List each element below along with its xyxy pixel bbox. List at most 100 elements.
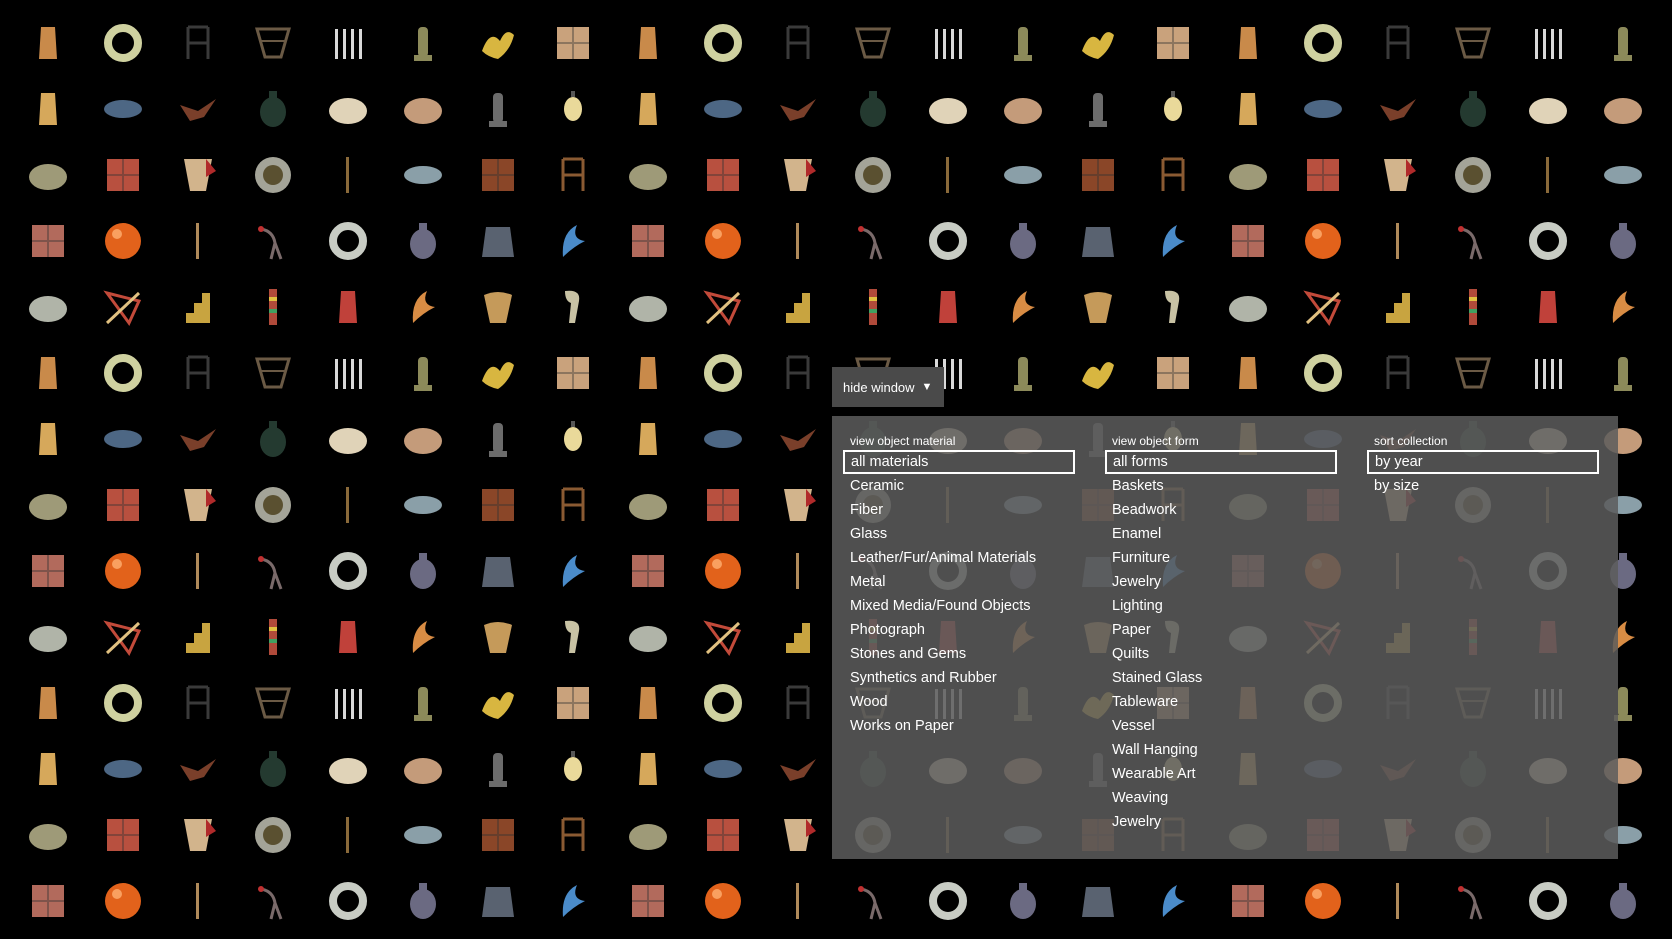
basket-icon[interactable] (1435, 340, 1510, 406)
shell-icon[interactable] (460, 274, 535, 340)
vase-icon[interactable] (10, 670, 85, 736)
metal-bowl-icon[interactable] (10, 274, 85, 340)
bead-strand-icon[interactable] (1435, 274, 1510, 340)
cutlery-icon[interactable] (1510, 10, 1585, 76)
heron-icon[interactable] (235, 538, 310, 604)
folded-paper-icon[interactable] (535, 340, 610, 406)
red-vase-icon[interactable] (1510, 274, 1585, 340)
tile-icon[interactable] (460, 142, 535, 208)
wreath-icon[interactable] (910, 868, 985, 934)
plate-icon[interactable] (1435, 142, 1510, 208)
rod-icon[interactable] (160, 868, 235, 934)
form-option[interactable]: Vessel (1094, 714, 1326, 738)
rod-icon[interactable] (760, 208, 835, 274)
tile-icon[interactable] (460, 472, 535, 538)
cutlery-icon[interactable] (310, 340, 385, 406)
kite-icon[interactable] (685, 274, 760, 340)
form-option[interactable]: Wall Hanging (1094, 738, 1326, 762)
cloth-icon[interactable] (760, 472, 835, 538)
rock-icon[interactable] (385, 736, 460, 802)
spiky-bowl-icon[interactable] (10, 142, 85, 208)
lamp-icon[interactable] (10, 736, 85, 802)
orange-sphere-icon[interactable] (685, 868, 760, 934)
bead-strand-icon[interactable] (235, 604, 310, 670)
beaded-mat-icon[interactable] (685, 76, 760, 142)
round-bottle-icon[interactable] (985, 868, 1060, 934)
vase-icon[interactable] (10, 10, 85, 76)
material-option[interactable]: Ceramic (832, 474, 1064, 498)
heron-icon[interactable] (235, 868, 310, 934)
form-option[interactable]: Furniture (1094, 546, 1326, 570)
spiky-bowl-icon[interactable] (10, 802, 85, 868)
rod-icon[interactable] (760, 868, 835, 934)
wood-chair-icon[interactable] (535, 142, 610, 208)
bird-icon[interactable] (760, 736, 835, 802)
wood-chair-icon[interactable] (1135, 142, 1210, 208)
material-option[interactable]: Works on Paper (832, 714, 1064, 738)
quilt-icon[interactable] (1285, 142, 1360, 208)
plate-icon[interactable] (235, 142, 310, 208)
orange-sphere-icon[interactable] (1285, 868, 1360, 934)
sort-option[interactable]: by size (1356, 474, 1588, 498)
folded-paper-icon[interactable] (1135, 340, 1210, 406)
lamp-sculpture-icon[interactable] (1135, 274, 1210, 340)
bead-strand-icon[interactable] (835, 274, 910, 340)
vase-icon[interactable] (10, 340, 85, 406)
leaf-icon[interactable] (385, 274, 460, 340)
rock-icon[interactable] (1585, 76, 1660, 142)
beaded-mat-icon[interactable] (85, 736, 160, 802)
blue-glass-icon[interactable] (1135, 208, 1210, 274)
metal-bowl-icon[interactable] (10, 604, 85, 670)
material-option[interactable]: all materials (843, 450, 1075, 474)
red-vase-icon[interactable] (910, 274, 985, 340)
stick-icon[interactable] (310, 802, 385, 868)
vase-icon[interactable] (610, 340, 685, 406)
ring-icon[interactable] (85, 340, 160, 406)
chair-icon[interactable] (760, 10, 835, 76)
material-option[interactable]: Fiber (832, 498, 1064, 522)
gold-sculpture-icon[interactable] (460, 670, 535, 736)
bottle-icon[interactable] (460, 736, 535, 802)
heron-icon[interactable] (1435, 208, 1510, 274)
bottle-icon[interactable] (460, 406, 535, 472)
ring-icon[interactable] (685, 340, 760, 406)
basket-icon[interactable] (235, 340, 310, 406)
material-option[interactable]: Glass (832, 522, 1064, 546)
ring-icon[interactable] (685, 10, 760, 76)
dark-vase-icon[interactable] (1435, 76, 1510, 142)
rod-icon[interactable] (160, 208, 235, 274)
quilt-icon[interactable] (85, 472, 160, 538)
form-option[interactable]: Stained Glass (1094, 666, 1326, 690)
lamp-icon[interactable] (10, 406, 85, 472)
spiky-bowl-icon[interactable] (610, 802, 685, 868)
hide-window-button[interactable]: hide window ▼ (832, 367, 944, 407)
cutlery-icon[interactable] (910, 10, 985, 76)
material-option[interactable]: Metal (832, 570, 1064, 594)
bust-icon[interactable] (385, 10, 460, 76)
cloth-icon[interactable] (1360, 142, 1435, 208)
plate-icon[interactable] (235, 802, 310, 868)
ring-icon[interactable] (1285, 10, 1360, 76)
ring-icon[interactable] (85, 10, 160, 76)
kite-icon[interactable] (685, 604, 760, 670)
orange-sphere-icon[interactable] (685, 208, 760, 274)
wreath-icon[interactable] (1510, 868, 1585, 934)
panel-icon[interactable] (610, 538, 685, 604)
bird-icon[interactable] (160, 736, 235, 802)
rock-icon[interactable] (385, 76, 460, 142)
rod-icon[interactable] (160, 538, 235, 604)
form-option[interactable]: Paper (1094, 618, 1326, 642)
gold-sculpture-icon[interactable] (1060, 10, 1135, 76)
bracelet-icon[interactable] (385, 472, 460, 538)
bottle-icon[interactable] (460, 76, 535, 142)
coat-icon[interactable] (1060, 868, 1135, 934)
metal-bowl-icon[interactable] (1210, 274, 1285, 340)
gold-sculpture-icon[interactable] (460, 10, 535, 76)
coat-icon[interactable] (460, 208, 535, 274)
bird-icon[interactable] (760, 406, 835, 472)
leaf-icon[interactable] (985, 274, 1060, 340)
cloth-icon[interactable] (760, 802, 835, 868)
panel-icon[interactable] (1210, 868, 1285, 934)
beaded-mat-icon[interactable] (85, 76, 160, 142)
wreath-icon[interactable] (910, 208, 985, 274)
